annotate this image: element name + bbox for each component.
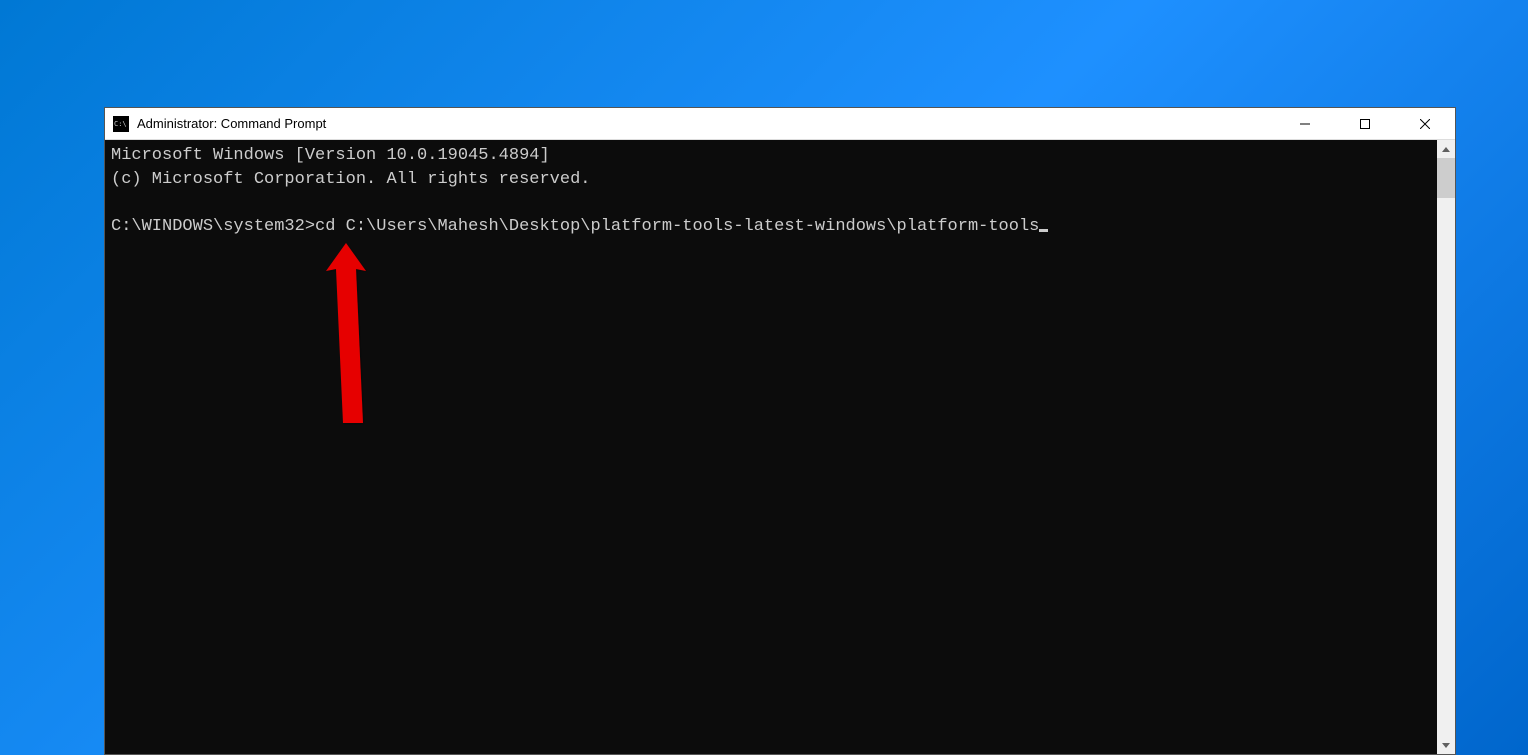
close-button[interactable]	[1395, 108, 1455, 139]
terminal-prompt: C:\WINDOWS\system32>	[111, 217, 315, 236]
terminal-line: (c) Microsoft Corporation. All rights re…	[111, 170, 590, 189]
terminal-output[interactable]: Microsoft Windows [Version 10.0.19045.48…	[105, 140, 1437, 754]
scroll-up-button[interactable]	[1437, 140, 1455, 158]
scrollbar-track[interactable]	[1437, 158, 1455, 736]
terminal-command: cd C:\Users\Mahesh\Desktop\platform-tool…	[315, 217, 1039, 236]
maximize-button[interactable]	[1335, 108, 1395, 139]
terminal-line: Microsoft Windows [Version 10.0.19045.48…	[111, 146, 550, 165]
terminal-area: Microsoft Windows [Version 10.0.19045.48…	[105, 140, 1455, 754]
titlebar[interactable]: Administrator: Command Prompt	[105, 108, 1455, 140]
window-title: Administrator: Command Prompt	[137, 116, 1275, 131]
command-prompt-window: Administrator: Command Prompt Microsoft …	[104, 107, 1456, 755]
window-controls	[1275, 108, 1455, 139]
cursor	[1039, 229, 1048, 232]
minimize-button[interactable]	[1275, 108, 1335, 139]
scroll-down-button[interactable]	[1437, 736, 1455, 754]
cmd-icon	[113, 116, 129, 132]
scrollbar-thumb[interactable]	[1437, 158, 1455, 198]
scrollbar[interactable]	[1437, 140, 1455, 754]
